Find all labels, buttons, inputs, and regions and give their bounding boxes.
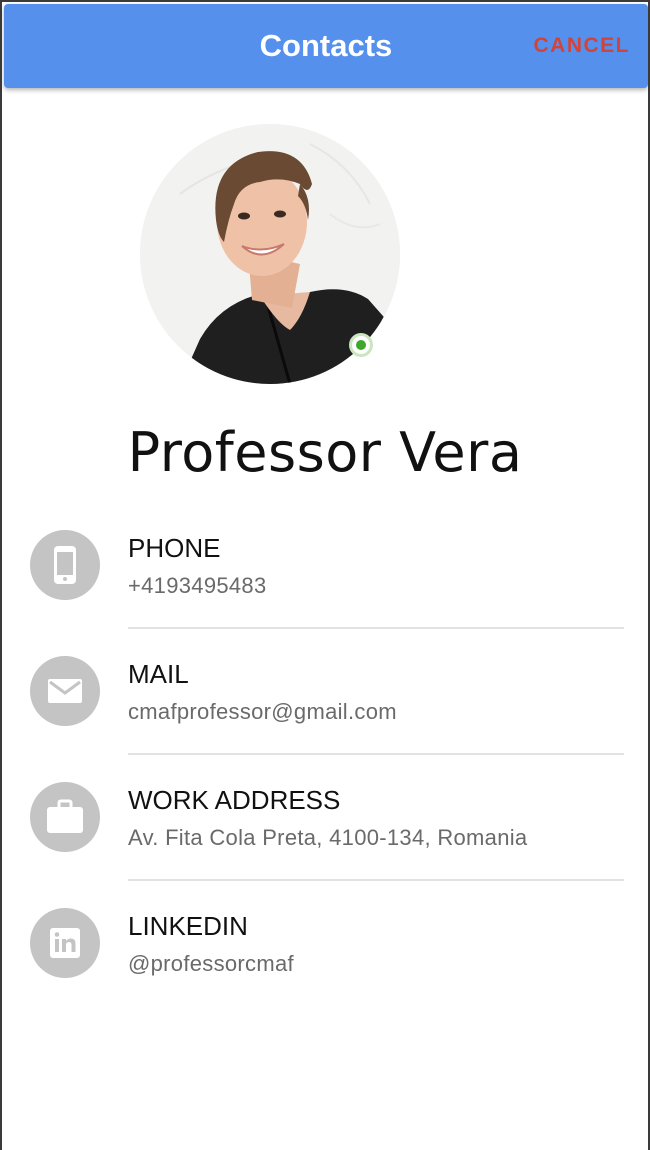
contact-name: Professor Vera bbox=[127, 421, 523, 484]
linkedin-icon bbox=[50, 928, 80, 958]
briefcase-icon bbox=[47, 799, 83, 833]
contact-row-label: LINKEDIN bbox=[128, 911, 248, 941]
phone-icon-badge bbox=[30, 530, 100, 600]
contact-row-value[interactable]: +4193495483 bbox=[128, 572, 267, 600]
contact-row-value[interactable]: cmafprofessor@gmail.com bbox=[128, 698, 397, 726]
divider bbox=[128, 879, 624, 881]
contact-row-linkedin[interactable]: LINKEDIN @professorcmaf bbox=[2, 890, 648, 1016]
contact-row-work-address[interactable]: WORK ADDRESS Av. Fita Cola Preta, 4100-1… bbox=[2, 764, 648, 890]
contact-row-phone[interactable]: PHONE +4193495483 bbox=[2, 512, 648, 638]
contact-row-label: WORK ADDRESS bbox=[128, 785, 341, 815]
contact-info-list: PHONE +4193495483 MAIL cmafprofessor@gma… bbox=[2, 512, 648, 1016]
contact-row-label: PHONE bbox=[128, 533, 221, 563]
linkedin-icon-badge bbox=[30, 908, 100, 978]
online-status-indicator bbox=[349, 333, 373, 357]
contact-row-label: MAIL bbox=[128, 659, 189, 689]
avatar-container bbox=[140, 124, 400, 384]
divider bbox=[128, 753, 624, 755]
contact-row-value[interactable]: @professorcmaf bbox=[128, 950, 294, 978]
phone-icon bbox=[54, 546, 76, 584]
briefcase-icon-badge bbox=[30, 782, 100, 852]
divider bbox=[128, 627, 624, 629]
mail-icon bbox=[48, 679, 82, 703]
contact-row-mail[interactable]: MAIL cmafprofessor@gmail.com bbox=[2, 638, 648, 764]
contact-detail-screen: Contacts CANCEL Professor Vera PHONE +41… bbox=[0, 0, 650, 1150]
app-bar: Contacts CANCEL bbox=[4, 4, 648, 88]
contact-row-value[interactable]: Av. Fita Cola Preta, 4100-134, Romania bbox=[128, 824, 527, 852]
cancel-button[interactable]: CANCEL bbox=[534, 33, 631, 59]
mail-icon-badge bbox=[30, 656, 100, 726]
